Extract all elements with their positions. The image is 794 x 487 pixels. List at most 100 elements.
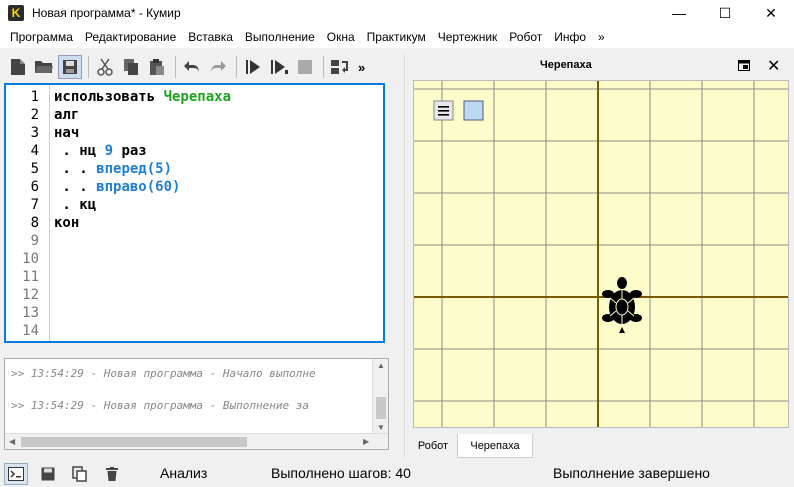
window-title: Новая программа* - Кумир <box>32 6 181 20</box>
grid-lines <box>414 81 788 427</box>
turtle-panel-header: Черепаха ✕ <box>405 54 794 78</box>
title-bar: K Новая программа* - Кумир — ☐ ✕ <box>0 0 794 26</box>
canvas-menu-button <box>433 100 454 121</box>
menu-practicum[interactable]: Практикум <box>361 26 432 48</box>
axis-lines <box>414 81 788 427</box>
console-toggle-icon[interactable] <box>4 462 28 485</box>
copy-icon[interactable] <box>119 55 143 79</box>
run-icon[interactable] <box>241 55 265 79</box>
toolbar-separator <box>175 56 176 78</box>
scroll-up-arrow-icon[interactable]: ▲ <box>377 361 385 370</box>
scroll-thumb[interactable] <box>21 437 247 447</box>
scroll-right-arrow-icon[interactable]: ▶ <box>363 437 369 446</box>
code-token: использовать <box>54 89 164 105</box>
console-vertical-scrollbar[interactable]: ▲ ▼ <box>372 359 388 435</box>
cut-icon[interactable] <box>93 55 117 79</box>
code-token: вперед(5) <box>96 161 173 177</box>
status-mode: Анализ <box>160 465 208 481</box>
maximize-button[interactable]: ☐ <box>702 0 748 26</box>
close-button[interactable]: ✕ <box>748 0 794 26</box>
save-icon[interactable] <box>58 55 82 79</box>
line-number: 14 <box>22 323 39 339</box>
turtle-panel-title: Черепаха <box>540 59 592 71</box>
code-line[interactable]: . нц 9 раз <box>54 142 383 160</box>
menu-run[interactable]: Выполнение <box>239 26 321 48</box>
menu-insert[interactable]: Вставка <box>182 26 239 48</box>
menu-info[interactable]: Инфо <box>548 26 592 48</box>
tab-turtle[interactable]: Черепаха <box>457 434 533 458</box>
code-token: алг <box>54 107 80 123</box>
line-number-gutter: 1 2 3 4 5 6 7 8 9 10 11 12 13 14 <box>6 85 50 341</box>
scroll-left-arrow-icon[interactable]: ◀ <box>9 437 15 446</box>
scroll-down-arrow-icon[interactable]: ▼ <box>377 423 385 432</box>
code-token: . . <box>54 179 97 195</box>
window-controls: — ☐ ✕ <box>656 0 794 26</box>
code-line[interactable]: кон <box>54 214 383 232</box>
toolbar: » <box>0 52 400 82</box>
line-number: 8 <box>30 215 39 231</box>
paste-icon[interactable] <box>145 55 169 79</box>
console-line: >> 13:54:29 - Новая программа - Начало в… <box>11 367 316 380</box>
step-into-icon[interactable] <box>328 55 352 79</box>
menu-drawer[interactable]: Чертежник <box>432 26 504 48</box>
code-line[interactable]: нач <box>54 124 383 142</box>
menu-robot[interactable]: Робот <box>503 26 548 48</box>
line-number: 12 <box>22 287 39 303</box>
save-output-icon[interactable] <box>36 463 60 485</box>
line-number: 7 <box>30 197 39 213</box>
code-line[interactable]: . . вперед(5) <box>54 160 383 178</box>
turtle-canvas[interactable] <box>413 80 789 428</box>
console-line: >> 13:54:29 - Новая программа - Выполнен… <box>11 399 310 412</box>
stop-icon[interactable] <box>293 55 317 79</box>
kumir-app-icon: K <box>8 5 24 21</box>
menu-more[interactable]: » <box>592 26 611 48</box>
menu-edit[interactable]: Редактирование <box>79 26 182 48</box>
menu-windows[interactable]: Окна <box>321 26 361 48</box>
turtle-field <box>414 81 788 427</box>
code-line[interactable]: использовать Черепаха <box>54 88 383 106</box>
line-number: 6 <box>30 179 39 195</box>
toolbar-more-button[interactable]: » <box>358 60 365 75</box>
minimize-button[interactable]: — <box>656 0 702 26</box>
tab-robot[interactable]: Робот <box>411 434 455 458</box>
undo-icon[interactable] <box>180 55 204 79</box>
code-line[interactable]: . кц <box>54 196 383 214</box>
console-horizontal-scrollbar[interactable]: ◀ ▶ <box>5 433 388 449</box>
run-step-icon[interactable] <box>267 55 291 79</box>
toolbar-separator <box>323 56 324 78</box>
line-number: 1 <box>30 89 39 105</box>
code-line[interactable]: алг <box>54 106 383 124</box>
open-folder-icon[interactable] <box>32 55 56 79</box>
code-token: вправо(60) <box>96 179 181 195</box>
line-number: 9 <box>30 233 39 249</box>
line-number: 4 <box>30 143 39 159</box>
line-number: 11 <box>22 269 39 285</box>
status-state: Выполнение завершено <box>553 465 710 481</box>
code-token: нач <box>54 125 80 141</box>
close-panel-icon[interactable]: ✕ <box>767 56 780 76</box>
canvas-color-button <box>463 100 484 121</box>
code-editor[interactable]: 1 2 3 4 5 6 7 8 9 10 11 12 13 14 использовать Черепах… <box>4 83 385 343</box>
line-number: 2 <box>30 107 39 123</box>
output-console[interactable]: >> 13:54:29 - Новая программа - Начало в… <box>4 358 389 450</box>
turtle-panel: Черепаха ✕ Робот Черепаха <box>404 54 794 458</box>
line-number: 10 <box>22 251 39 267</box>
toolbar-separator <box>236 56 237 78</box>
status-steps: Выполнено шагов: 40 <box>271 465 411 481</box>
line-number: 3 <box>30 125 39 141</box>
line-number: 13 <box>22 305 39 321</box>
float-window-icon[interactable] <box>738 60 750 74</box>
status-bar: Анализ Выполнено шагов: 40 Выполнение за… <box>0 460 794 487</box>
code-line[interactable]: . . вправо(60) <box>54 178 383 196</box>
code-token: . нц <box>54 143 105 159</box>
clear-output-icon[interactable] <box>100 463 124 485</box>
new-file-icon[interactable] <box>6 55 30 79</box>
code-area[interactable]: использовать Черепаха алг нач . нц 9 раз .… <box>50 85 383 341</box>
code-token: кон <box>54 215 80 231</box>
menu-program[interactable]: Программа <box>4 26 79 48</box>
redo-icon[interactable] <box>206 55 230 79</box>
scroll-thumb[interactable] <box>376 397 386 419</box>
turtle-sprite <box>602 277 642 333</box>
toolbar-separator <box>88 56 89 78</box>
copy-output-icon[interactable] <box>68 463 92 485</box>
